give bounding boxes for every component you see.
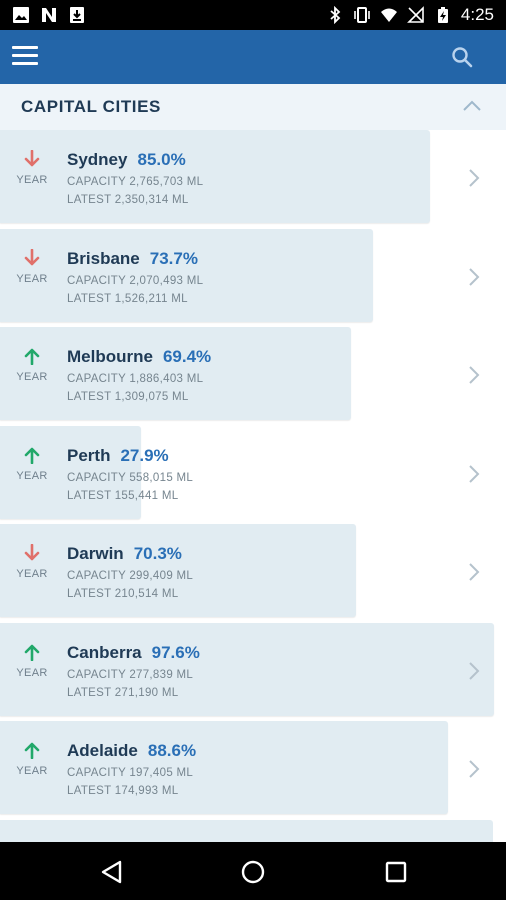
capacity-text: CAPACITY 277,839 ML: [67, 668, 194, 681]
trend-period-label: YEAR: [16, 469, 48, 482]
capacity-text: CAPACITY 2,070,493 ML: [67, 274, 204, 287]
city-row-brisbane[interactable]: YEAR Brisbane 73.7% CAPACITY 2,070,493 ML LA…: [0, 228, 506, 324]
capacity-text: CAPACITY 197,405 ML: [67, 767, 194, 779]
nav-bar: [0, 842, 506, 900]
city-percent: 85.0%: [137, 150, 186, 169]
capacity-text: CAPACITY 299,409 ML: [67, 570, 194, 582]
city-name: Sydney: [67, 150, 128, 169]
arrow-down-icon: [24, 150, 40, 167]
city-name: Canberra: [67, 642, 142, 662]
latest-text: LATEST 155,441 ML: [67, 489, 179, 502]
city-name: Melbourne: [67, 347, 153, 366]
city-percent: 88.6%: [147, 741, 197, 760]
trend-period-label: YEAR: [16, 174, 48, 186]
chevron-right-icon: [469, 267, 480, 286]
arrow-up-icon: [24, 348, 40, 365]
trend-period-label: YEAR: [16, 568, 48, 580]
capacity-fill-bar: [0, 130, 430, 223]
trend-indicator: YEAR: [16, 643, 48, 679]
bluetooth-icon: [330, 6, 341, 24]
city-name: Darwin: [67, 544, 124, 563]
search-icon[interactable]: [450, 45, 474, 69]
arrow-up-icon: [24, 742, 40, 759]
city-percent: 73.7%: [149, 248, 198, 268]
latest-text: LATEST 2,350,314 ML: [67, 194, 189, 206]
city-title: Melbourne 69.4%: [67, 347, 211, 367]
chevron-right-icon: [469, 563, 480, 581]
capacity-text: CAPACITY 1,886,403 ML: [67, 373, 204, 385]
n-app-icon: [42, 8, 56, 22]
chevron-right-icon: [469, 464, 480, 483]
city-name: Perth: [67, 445, 111, 465]
image-icon: [13, 7, 29, 23]
chevron-right-icon: [469, 169, 480, 187]
trend-period-label: YEAR: [16, 371, 48, 383]
city-percent: 69.4%: [162, 347, 212, 366]
recents-icon[interactable]: [382, 858, 410, 886]
city-title: Sydney 85.0%: [67, 150, 186, 170]
latest-text: LATEST 174,993 ML: [67, 785, 179, 797]
capacity-text: CAPACITY 2,765,703 ML: [67, 176, 204, 188]
city-name: Adelaide: [67, 741, 138, 760]
trend-indicator: YEAR: [16, 248, 48, 285]
battery-charging-icon: [437, 7, 448, 23]
chevron-right-icon: [469, 661, 480, 680]
city-row-sydney[interactable]: YEAR Sydney 85.0% CAPACITY 2,765,703 ML LATE…: [0, 130, 506, 225]
trend-indicator: YEAR: [16, 741, 48, 777]
city-row-perth[interactable]: YEAR Perth 27.9% CAPACITY 558,015 ML LATEST …: [0, 425, 506, 521]
download-icon: [70, 7, 84, 23]
trend-indicator: YEAR: [16, 544, 48, 580]
home-icon[interactable]: [239, 858, 267, 886]
chevron-right-icon: [469, 760, 480, 778]
trend-indicator: YEAR: [16, 347, 48, 383]
section-header[interactable]: CAPITAL CITIES: [0, 84, 506, 130]
arrow-up-icon: [24, 644, 40, 661]
chevron-up-icon[interactable]: [460, 96, 484, 116]
city-percent: 27.9%: [120, 445, 169, 465]
trend-indicator: YEAR: [16, 446, 48, 482]
chevron-right-icon: [469, 366, 480, 384]
clock: 4:25: [460, 5, 494, 24]
list-item-partial[interactable]: [0, 820, 493, 842]
vibrate-icon: [354, 7, 370, 23]
city-percent: 70.3%: [133, 544, 182, 563]
trend-period-label: YEAR: [16, 765, 48, 777]
city-row-melbourne[interactable]: YEAR Melbourne 69.4% CAPACITY 1,886,403 ML L…: [0, 327, 506, 422]
no-sim-icon: [406, 6, 424, 23]
latest-text: LATEST 271,190 ML: [67, 686, 179, 699]
city-row-canberra[interactable]: YEAR Canberra 97.6% CAPACITY 277,839 ML LATE…: [0, 622, 506, 718]
arrow-up-icon: [24, 447, 40, 464]
city-row-adelaide[interactable]: YEAR Adelaide 88.6% CAPACITY 197,405 ML LATE…: [0, 721, 506, 816]
app-bar: [0, 30, 506, 84]
city-row-darwin[interactable]: YEAR Darwin 70.3% CAPACITY 299,409 ML LATEST…: [0, 524, 506, 619]
back-icon[interactable]: [98, 858, 126, 886]
status-bar: 4:25: [0, 0, 506, 30]
trend-period-label: YEAR: [16, 666, 48, 679]
latest-text: LATEST 210,514 ML: [67, 588, 179, 600]
trend-period-label: YEAR: [16, 272, 48, 285]
wifi-icon: [380, 8, 397, 22]
city-name: Brisbane: [67, 248, 140, 268]
section-title: CAPITAL CITIES: [21, 97, 162, 116]
latest-text: LATEST 1,309,075 ML: [67, 391, 189, 403]
hamburger-menu-icon[interactable]: [12, 46, 38, 66]
arrow-down-icon: [24, 544, 40, 561]
trend-indicator: YEAR: [16, 150, 48, 186]
capacity-text: CAPACITY 558,015 ML: [67, 471, 194, 484]
arrow-down-icon: [24, 248, 40, 265]
city-percent: 97.6%: [151, 642, 200, 662]
city-title: Canberra 97.6%: [67, 643, 200, 663]
city-title: Perth 27.9%: [67, 446, 169, 466]
latest-text: LATEST 1,526,211 ML: [67, 292, 188, 305]
city-title: Darwin 70.3%: [67, 544, 182, 564]
city-title: Brisbane 73.7%: [67, 249, 198, 269]
city-title: Adelaide 88.6%: [67, 741, 196, 761]
